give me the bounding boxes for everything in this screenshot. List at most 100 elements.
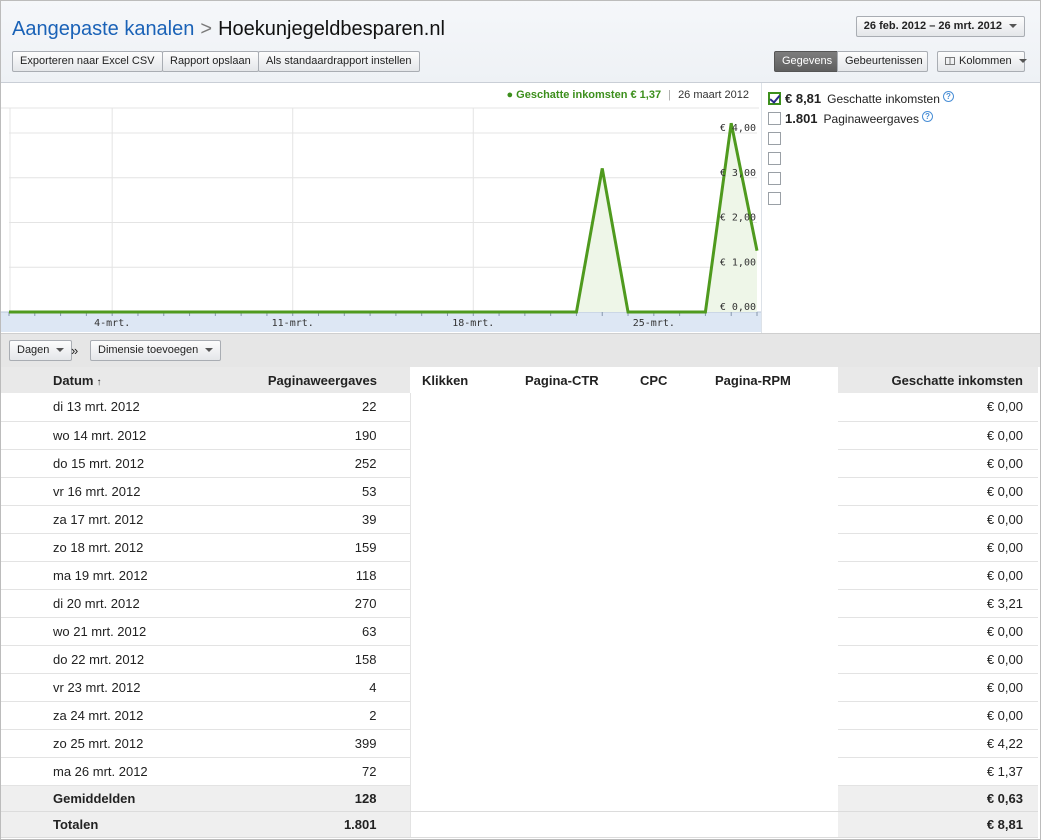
days-dropdown[interactable]: Dagen [9,340,73,361]
row-income: € 0,00 [838,701,1038,730]
data-table: Datum ↑ Paginaweergaves Klikken Pagina-CT… [1,367,1038,838]
checkbox-icon[interactable] [768,132,781,146]
tooltip-metric: Geschatte inkomsten € 1,37 [516,89,662,101]
row-date: di 13 mrt. 2012 [1,393,201,422]
row-income: € 1,37 [838,757,1038,786]
row-date: wo 21 mrt. 2012 [1,617,201,646]
empty-cell [410,561,838,589]
chart-canvas: 6-feb.4-mrt.11-mrt.18-mrt.25-mrt.€ 4,00€… [1,107,761,332]
checkbox-icon[interactable] [768,152,781,166]
row-date: vr 23 mrt. 2012 [1,673,201,702]
legend-item-pageviews[interactable]: 1.801 Paginaweergaves? [768,111,933,127]
income-chart: 6-feb.4-mrt.11-mrt.18-mrt.25-mrt.€ 4,00€… [1,83,761,333]
empty-cell [410,617,838,645]
y-tick-label: € 4,00 [720,123,756,134]
export-csv-button[interactable]: Exporteren naar Excel CSV [12,51,163,72]
row-pageviews: 53 [201,477,411,506]
x-tick-label: 4-mrt. [94,318,130,329]
columns-button[interactable]: Kolommen [937,51,1027,72]
save-report-button[interactable]: Rapport opslaan [162,51,259,72]
tooltip-date: 26 maart 2012 [678,89,749,101]
help-icon[interactable]: ? [921,111,933,122]
legend-empty-slot[interactable] [768,131,781,147]
add-dimension-dropdown[interactable]: Dimensie toevoegen [90,340,222,361]
report-header: Aangepaste kanalen > Hoekunjegeldbesparen.… [1,1,1040,83]
row-pageviews: 252 [201,449,411,478]
columns-icon [945,57,955,66]
empty-cell [410,701,838,729]
page-title: Hoekunjegeldbesparen.nl [218,18,445,40]
row-date: di 20 mrt. 2012 [1,589,201,618]
empty-cell [410,421,838,449]
empty-cell [410,477,838,505]
row-pageviews: 118 [201,561,411,590]
row-income: € 0,00 [838,617,1038,646]
y-tick-label: € 3,00 [720,168,756,179]
empty-cell [410,393,838,421]
row-date: wo 14 mrt. 2012 [1,421,201,450]
averages-pageviews: 128 [201,785,411,812]
legend-label: Geschatte inkomsten [827,91,940,106]
help-icon[interactable]: ? [942,91,954,102]
legend-item-income[interactable]: € 8,81 Geschatte inkomsten? [768,91,954,107]
table-row: zo 18 mrt. 2012 159 € 0,00 [1,533,1038,562]
row-pageviews: 159 [201,533,411,562]
legend-label: Paginaweergaves [823,111,919,126]
date-range-label: 26 feb. 2012 – 26 mrt. 2012 [863,20,1002,32]
view-events-tab[interactable]: Gebeurtenissen [837,51,928,72]
checkbox-icon[interactable] [768,192,781,206]
averages-label: Gemiddelden [1,785,201,812]
row-pageviews: 22 [201,393,411,422]
empty-cell [410,785,838,812]
checkbox-icon[interactable] [768,172,781,186]
chevron-down-icon [205,348,214,353]
row-pageviews: 399 [201,729,411,758]
column-header-ctr[interactable]: Pagina-CTR [520,367,630,393]
metric-legend: € 8,81 Geschatte inkomsten? 1.801 Paginawe… [761,83,1040,333]
column-header-clicks[interactable]: Klikken [410,367,520,393]
empty-cell [410,811,838,838]
y-tick-label: € 1,00 [720,257,756,268]
table-row: di 13 mrt. 2012 22 € 0,00 [1,393,1038,422]
series-dot-icon: ● [506,89,514,101]
date-range-picker[interactable]: 26 feb. 2012 – 26 mrt. 2012 [855,16,1025,37]
empty-cell [410,757,838,785]
empty-cell [410,729,838,757]
checkbox-icon[interactable] [768,112,781,126]
row-income: € 0,00 [838,645,1038,674]
empty-cell [410,505,838,533]
empty-cell [410,589,838,617]
column-header-pageviews[interactable]: Paginaweergaves [201,367,410,393]
row-date: zo 25 mrt. 2012 [1,729,201,758]
row-date: zo 18 mrt. 2012 [1,533,201,562]
chevron-down-icon [56,348,65,353]
row-date: do 15 mrt. 2012 [1,449,201,478]
table-row: vr 23 mrt. 2012 4 € 0,00 [1,673,1038,702]
x-tick-label: 11-mrt. [272,318,314,329]
set-default-report-button[interactable]: Als standaardrapport instellen [258,51,420,72]
data-table-wrap: Datum ↑ Paginaweergaves Klikken Pagina-CT… [1,367,1040,840]
table-row: do 15 mrt. 2012 252 € 0,00 [1,449,1038,478]
x-tick-label: 18-mrt. [452,318,494,329]
legend-empty-slot[interactable] [768,171,781,187]
tooltip-separator: | [668,89,671,101]
empty-cell [410,449,838,477]
table-row: wo 21 mrt. 2012 63 € 0,00 [1,617,1038,646]
checkbox-checked-icon[interactable] [768,92,781,106]
y-tick-label: € 0,00 [720,302,756,313]
legend-empty-slot[interactable] [768,191,781,207]
chart-tooltip: ● Geschatte inkomsten € 1,37 | 26 maart … [506,89,749,101]
column-header-cpc[interactable]: CPC [630,367,710,393]
row-income: € 0,00 [838,561,1038,590]
column-header-rpm[interactable]: Pagina-RPM [710,367,838,393]
column-header-date[interactable]: Datum ↑ [1,367,201,393]
row-income: € 0,00 [838,421,1038,450]
view-data-tab[interactable]: Gegevens [774,51,838,72]
breadcrumb-parent-link[interactable]: Aangepaste kanalen [12,18,194,40]
row-income: € 0,00 [838,477,1038,506]
x-tick-label: 25-mrt. [633,318,675,329]
report-frame: Aangepaste kanalen > Hoekunjegeldbesparen.… [0,0,1041,840]
legend-value: 1.801 [785,111,818,127]
legend-empty-slot[interactable] [768,151,781,167]
column-header-income[interactable]: Geschatte inkomsten [838,367,1038,393]
